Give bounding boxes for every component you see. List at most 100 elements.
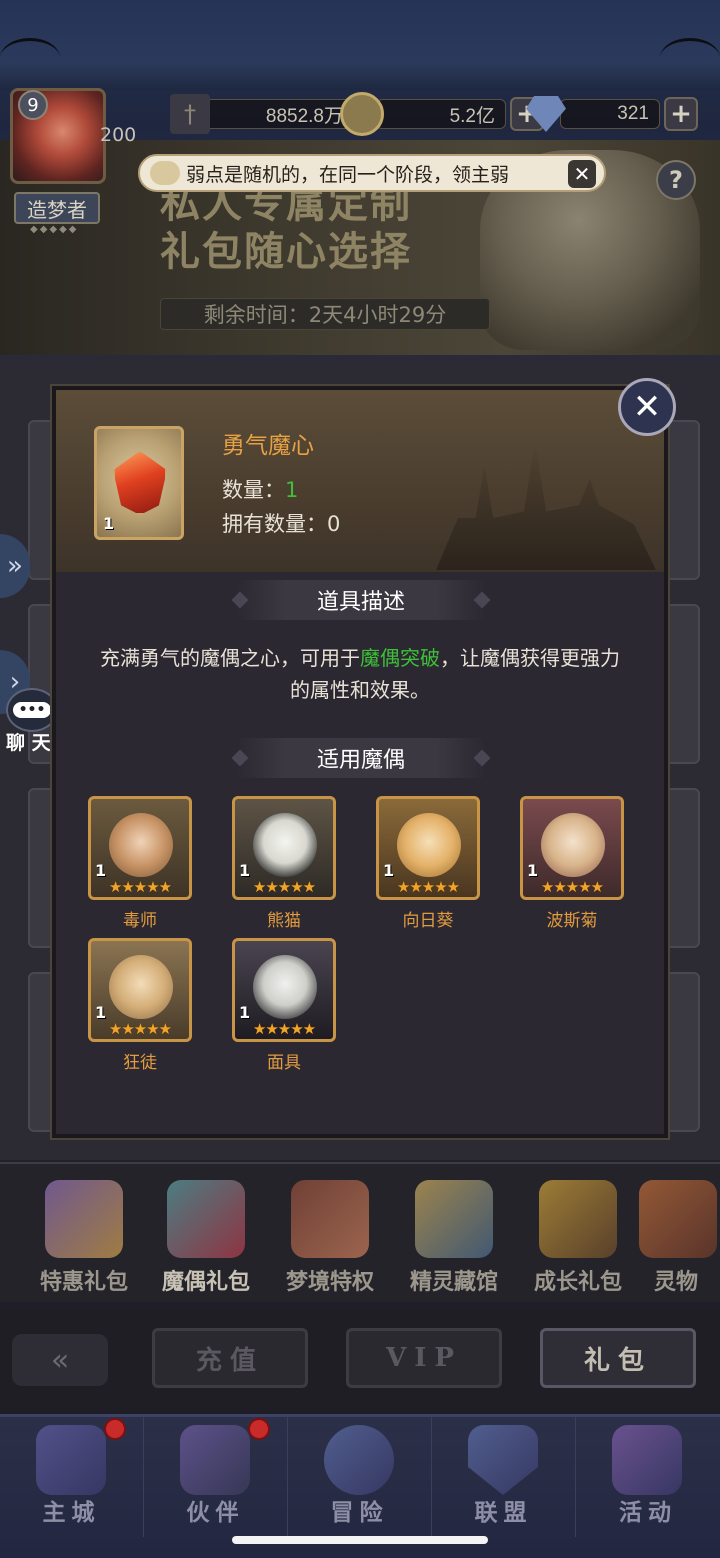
category-label: 灵物 [654, 1269, 699, 1295]
gem-value: 321 [560, 99, 660, 129]
puppet-card[interactable]: 1 ★★★★★ 狂徒 [88, 938, 192, 1073]
notification-dot [104, 1418, 126, 1440]
shield-icon [468, 1425, 538, 1495]
puppet-card[interactable]: 1 ★★★★★ 波斯菊 [520, 796, 624, 931]
tab-recharge[interactable]: 充值 [152, 1328, 308, 1388]
nav-alliance[interactable]: 联盟 [432, 1417, 576, 1537]
puppet-card[interactable]: 1 ★★★★★ 毒师 [88, 796, 192, 931]
item-owned-row: 拥有数量：0 [222, 508, 340, 538]
nav-label: 联盟 [474, 1499, 533, 1526]
category-tab-dream[interactable]: 梦境特权 [270, 1180, 390, 1300]
cabinet-icon [415, 1180, 493, 1258]
banner-title-line2: 礼包随心选择 [160, 228, 412, 275]
puppet-stars: ★★★★★ [252, 1020, 316, 1038]
modal-close-button[interactable]: ✕ [618, 378, 676, 436]
level-badge: 9 [18, 90, 48, 120]
item-detail-modal: 1 勇气魔心 数量：1 拥有数量：0 道具描述 充满勇气的魔偶之心，可用于魔偶突… [52, 386, 668, 1138]
quantity-label: 数量： [222, 478, 285, 502]
category-tab-puppet[interactable]: 魔偶礼包 [146, 1180, 266, 1300]
item-name: 勇气魔心 [222, 433, 314, 459]
puppet-portrait: 1 ★★★★★ [88, 938, 192, 1042]
puppet-face [109, 955, 173, 1019]
power-value: 8852.8万 [204, 99, 354, 129]
nav-events[interactable]: 活动 [576, 1417, 720, 1537]
power-resource: † 8852.8万 [170, 94, 354, 134]
red-heart-gem-icon [113, 451, 167, 515]
puppet-card[interactable]: 1 ★★★★★ 向日葵 [376, 796, 480, 931]
remaining-time: 剩余时间：2天4小时29分 [160, 298, 490, 330]
puppet-face [109, 813, 173, 877]
coin-icon [340, 92, 384, 136]
back-button[interactable]: « [12, 1334, 108, 1386]
puppet-name: 面具 [267, 1053, 301, 1073]
shop-category-bar: 特惠礼包 魔偶礼包 梦境特权 精灵藏馆 成长礼包 灵物 [0, 1162, 720, 1302]
vine-decor [0, 38, 60, 78]
player-title: 造梦者 [14, 192, 100, 224]
item-description: 充满勇气的魔偶之心，可用于魔偶突破，让魔偶获得更强力的属性和效果。 [96, 642, 624, 706]
category-label: 成长礼包 [533, 1269, 622, 1295]
hint-text: 弱点是随机的，在同一个阶段，领主弱 [186, 163, 510, 186]
puppet-name: 狂徒 [123, 1053, 157, 1073]
tab-gift[interactable]: 礼包 [540, 1328, 696, 1388]
puppet-name: 向日葵 [402, 911, 454, 931]
diamond-icon [526, 96, 566, 132]
category-tab-spirit-item[interactable]: 灵物 [636, 1180, 720, 1300]
gem-resource: 321 + [526, 94, 698, 134]
category-label: 梦境特权 [285, 1269, 374, 1295]
cards-icon [612, 1425, 682, 1495]
quantity-value: 1 [285, 478, 299, 502]
banner-title: 私人专属定制 礼包随心选择 [160, 180, 412, 276]
puppet-stars: ★★★★★ [108, 878, 172, 896]
tab-vip[interactable]: VIP [346, 1328, 502, 1388]
puppet-card[interactable]: 1 ★★★★★ 面具 [232, 938, 336, 1073]
nav-label: 冒险 [330, 1499, 389, 1526]
chat-dots: ••• [12, 702, 52, 718]
gift-box-icon [45, 1180, 123, 1258]
description-text-1: 充满勇气的魔偶之心，可用于 [100, 646, 360, 670]
puppet-card[interactable]: 1 ★★★★★ 熊猫 [232, 796, 336, 931]
category-label: 精灵藏馆 [409, 1269, 498, 1295]
avatar-count: 200 [100, 124, 137, 146]
gold-value: 5.2亿 [376, 99, 506, 129]
game-screen: 私人专属定制 礼包随心选择 剩余时间：2天4小时29分 ? † 8852.8万 … [0, 0, 720, 1558]
pointing-hand-icon [150, 161, 180, 185]
castle-icon [36, 1425, 106, 1495]
category-tab-growth[interactable]: 成长礼包 [518, 1180, 638, 1300]
hint-tooltip: 弱点是随机的，在同一个阶段，领主弱 ✕ [138, 154, 606, 192]
puppet-name: 熊猫 [267, 911, 301, 931]
shop-tab-row: « 充值 VIP 礼包 [0, 1310, 720, 1410]
owned-label: 拥有数量： [222, 512, 327, 536]
category-label: 特惠礼包 [39, 1269, 128, 1295]
puppet-stars: ★★★★★ [396, 878, 460, 896]
puppet-name: 波斯菊 [546, 911, 598, 931]
puppet-face [253, 955, 317, 1019]
sword-icon: † [170, 94, 210, 134]
chat-bubble-icon: ••• [6, 688, 58, 732]
nav-label: 主城 [42, 1499, 101, 1526]
puppet-face [397, 813, 461, 877]
help-button[interactable]: ? [656, 160, 696, 200]
heart-gift-icon [167, 1180, 245, 1258]
item-quantity-row: 数量：1 [222, 474, 298, 504]
puppet-portrait: 1 ★★★★★ [232, 796, 336, 900]
nav-adventure[interactable]: 冒险 [288, 1417, 432, 1537]
title-stars: ◆◆◆◆◆ [30, 224, 79, 235]
nav-label: 活动 [619, 1499, 677, 1526]
item-icon-frame: 1 [94, 426, 184, 540]
owned-value: 0 [327, 512, 341, 536]
category-tab-spirit[interactable]: 精灵藏馆 [394, 1180, 514, 1300]
description-header: 道具描述 [236, 580, 486, 620]
add-gems-button[interactable]: + [664, 97, 698, 131]
tooltip-close-button[interactable]: ✕ [568, 160, 596, 188]
puppet-stars: ★★★★★ [108, 1020, 172, 1038]
puppet-portrait: 1 ★★★★★ [520, 796, 624, 900]
puppet-portrait: 1 ★★★★★ [376, 796, 480, 900]
frame-icon [291, 1180, 369, 1258]
top-decor-frame [0, 0, 720, 90]
home-indicator[interactable] [232, 1536, 488, 1544]
category-tab-special[interactable]: 特惠礼包 [24, 1180, 144, 1300]
castle-decor [436, 440, 656, 570]
description-highlight[interactable]: 魔偶突破 [360, 646, 440, 670]
puppet-portrait: 1 ★★★★★ [232, 938, 336, 1042]
vine-decor [660, 38, 720, 78]
